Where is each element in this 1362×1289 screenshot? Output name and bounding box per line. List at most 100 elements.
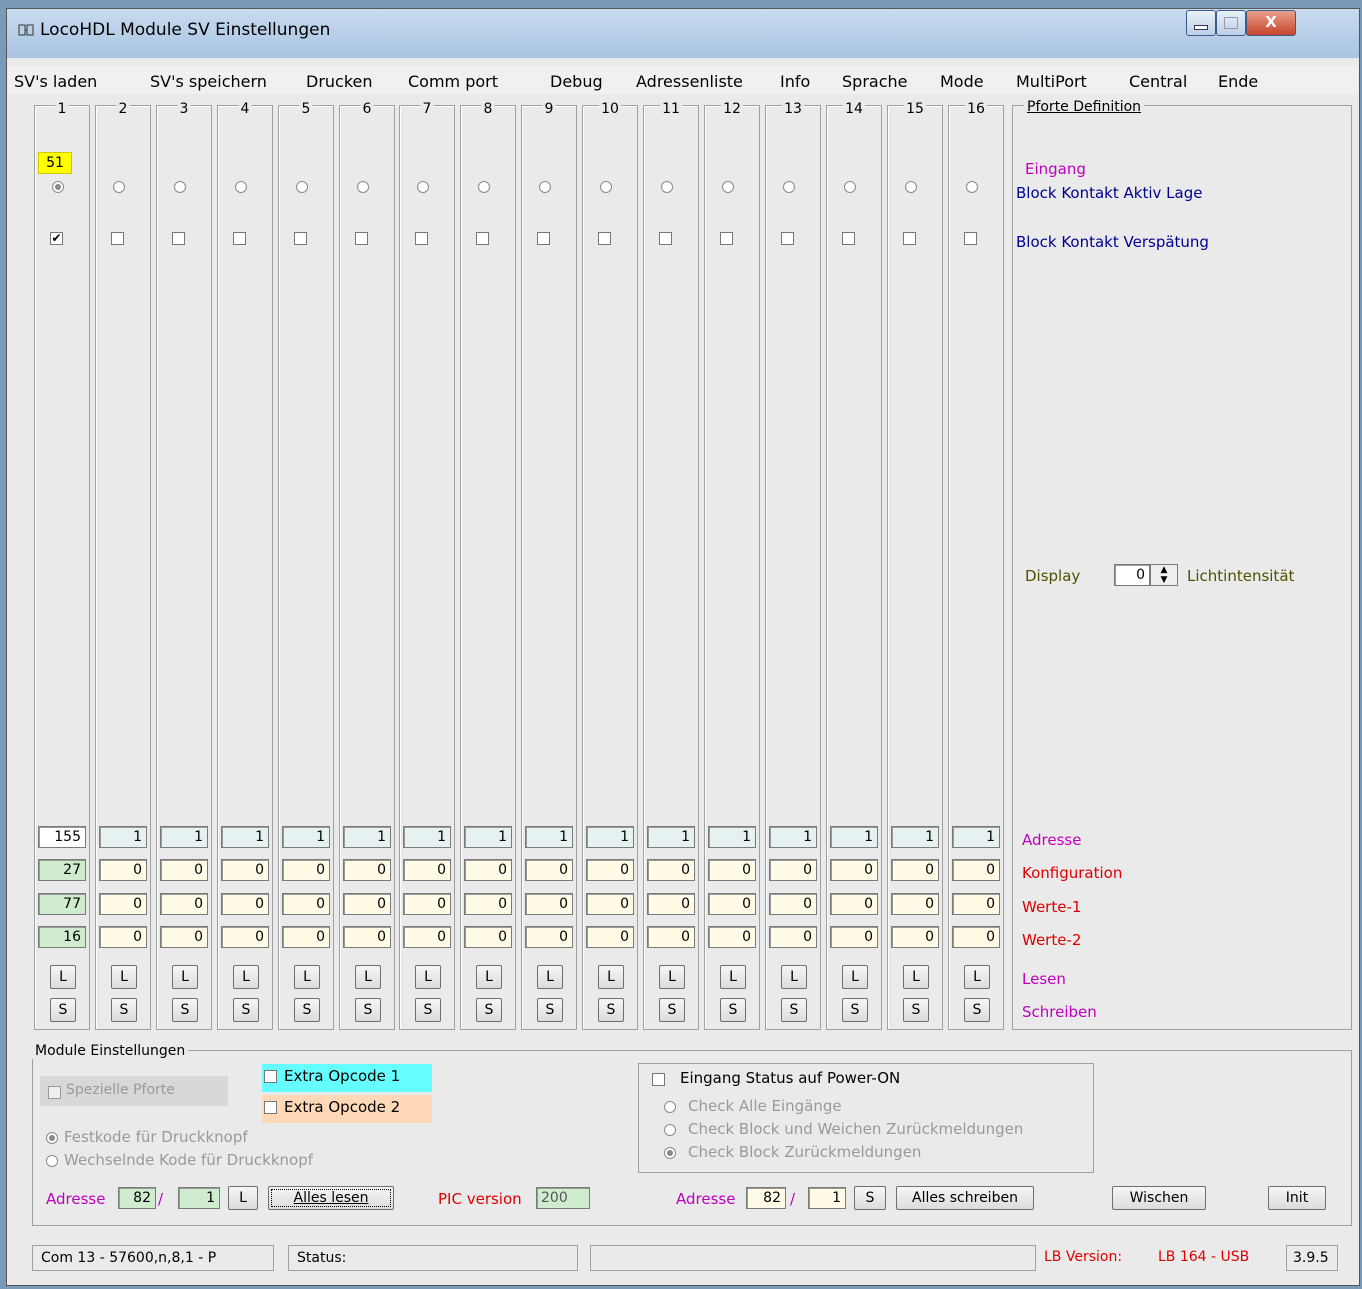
port-config-input[interactable]: 0 (525, 859, 573, 881)
port-werte1-input[interactable]: 0 (708, 893, 756, 915)
port-lesen-button[interactable]: L (172, 965, 198, 989)
module-subaddress-input[interactable]: 1 (178, 1187, 220, 1209)
port-lesen-button[interactable]: L (598, 965, 624, 989)
aktiv-lage-radio[interactable] (722, 181, 734, 193)
port-werte1-input[interactable]: 0 (769, 893, 817, 915)
alles-lesen-button[interactable]: Alles lesen (268, 1186, 394, 1210)
port-schreiben-button[interactable]: S (781, 998, 807, 1022)
port-config-input[interactable]: 0 (891, 859, 939, 881)
spin-up-icon[interactable]: ▲ (1151, 565, 1177, 575)
menu-central[interactable]: Central (1129, 72, 1187, 91)
port-lesen-button[interactable]: L (294, 965, 320, 989)
port-lesen-button[interactable]: L (903, 965, 929, 989)
menu-multiport[interactable]: MultiPort (1016, 72, 1087, 91)
port-schreiben-button[interactable]: S (476, 998, 502, 1022)
wischen-button[interactable]: Wischen (1112, 1186, 1206, 1210)
port-werte1-input[interactable]: 0 (586, 893, 634, 915)
port-schreiben-button[interactable]: S (903, 998, 929, 1022)
verspaetung-checkbox[interactable] (233, 232, 246, 245)
port-address-input[interactable]: 1 (647, 826, 695, 848)
aktiv-lage-radio[interactable] (417, 181, 429, 193)
port-werte2-input[interactable]: 0 (221, 926, 269, 948)
port-schreiben-button[interactable]: S (537, 998, 563, 1022)
port-schreiben-button[interactable]: S (720, 998, 746, 1022)
port-werte2-input[interactable]: 0 (464, 926, 512, 948)
aktiv-lage-radio[interactable] (661, 181, 673, 193)
aktiv-lage-radio[interactable] (235, 181, 247, 193)
port-address-input[interactable]: 1 (891, 826, 939, 848)
write-subaddress-input[interactable]: 1 (808, 1187, 846, 1209)
port-config-input[interactable]: 0 (952, 859, 1000, 881)
verspaetung-checkbox[interactable] (598, 232, 611, 245)
festkode-radio[interactable] (46, 1132, 58, 1144)
port-schreiben-button[interactable]: S (659, 998, 685, 1022)
port-config-input[interactable]: 0 (647, 859, 695, 881)
port-address-input[interactable]: 1 (464, 826, 512, 848)
extra-opcode2-checkbox[interactable] (264, 1101, 277, 1114)
menu-sprache[interactable]: Sprache (842, 72, 907, 91)
menu-mode[interactable]: Mode (940, 72, 984, 91)
port-werte1-input[interactable]: 0 (403, 893, 451, 915)
port-address-input[interactable]: 1 (769, 826, 817, 848)
menu-ende[interactable]: Ende (1218, 72, 1258, 91)
port-config-input[interactable]: 0 (769, 859, 817, 881)
port-config-input[interactable]: 0 (464, 859, 512, 881)
port-werte1-input[interactable]: 0 (464, 893, 512, 915)
port-werte2-input[interactable]: 0 (769, 926, 817, 948)
port-lesen-button[interactable]: L (476, 965, 502, 989)
verspaetung-checkbox[interactable] (537, 232, 550, 245)
port-lesen-button[interactable]: L (233, 965, 259, 989)
port-werte2-input[interactable]: 0 (952, 926, 1000, 948)
port-lesen-button[interactable]: L (964, 965, 990, 989)
write-address-input[interactable]: 82 (746, 1187, 786, 1209)
port-werte2-input[interactable]: 0 (99, 926, 147, 948)
port-lesen-button[interactable]: L (659, 965, 685, 989)
port-werte2-input[interactable]: 0 (586, 926, 634, 948)
aktiv-lage-radio[interactable] (52, 181, 64, 193)
port-schreiben-button[interactable]: S (50, 998, 76, 1022)
check-block-weichen-radio[interactable] (664, 1124, 676, 1136)
aktiv-lage-radio[interactable] (296, 181, 308, 193)
port-werte1-input[interactable]: 0 (647, 893, 695, 915)
port-werte2-input[interactable]: 0 (830, 926, 878, 948)
minimize-button[interactable] (1186, 10, 1216, 36)
port-config-input[interactable]: 0 (99, 859, 147, 881)
verspaetung-checkbox[interactable] (781, 232, 794, 245)
port-address-input[interactable]: 1 (708, 826, 756, 848)
port-werte1-input[interactable]: 77 (38, 893, 86, 915)
port-schreiben-button[interactable]: S (172, 998, 198, 1022)
port-werte2-input[interactable]: 0 (647, 926, 695, 948)
port-config-input[interactable]: 0 (830, 859, 878, 881)
port-lesen-button[interactable]: L (537, 965, 563, 989)
verspaetung-checkbox[interactable] (842, 232, 855, 245)
port-schreiben-button[interactable]: S (842, 998, 868, 1022)
port-schreiben-button[interactable]: S (415, 998, 441, 1022)
port-lesen-button[interactable]: L (50, 965, 76, 989)
port-config-input[interactable]: 0 (282, 859, 330, 881)
port-werte1-input[interactable]: 0 (282, 893, 330, 915)
port-lesen-button[interactable]: L (842, 965, 868, 989)
port-lesen-button[interactable]: L (111, 965, 137, 989)
extra-opcode1-checkbox[interactable] (264, 1070, 277, 1083)
port-address-input[interactable]: 1 (403, 826, 451, 848)
menu-info[interactable]: Info (780, 72, 810, 91)
init-button[interactable]: Init (1268, 1186, 1326, 1210)
port-werte1-input[interactable]: 0 (952, 893, 1000, 915)
aktiv-lage-radio[interactable] (905, 181, 917, 193)
port-address-input[interactable]: 1 (221, 826, 269, 848)
aktiv-lage-radio[interactable] (357, 181, 369, 193)
port-address-input[interactable]: 1 (99, 826, 147, 848)
port-werte1-input[interactable]: 0 (99, 893, 147, 915)
port-werte1-input[interactable]: 0 (891, 893, 939, 915)
port-lesen-button[interactable]: L (415, 965, 441, 989)
port-werte2-input[interactable]: 16 (38, 926, 86, 948)
port-werte1-input[interactable]: 0 (525, 893, 573, 915)
alles-schreiben-button[interactable]: Alles schreiben (896, 1186, 1034, 1210)
port-werte1-input[interactable]: 0 (221, 893, 269, 915)
port-schreiben-button[interactable]: S (964, 998, 990, 1022)
port-werte2-input[interactable]: 0 (282, 926, 330, 948)
verspaetung-checkbox[interactable]: ✔ (50, 232, 63, 245)
port-werte2-input[interactable]: 0 (891, 926, 939, 948)
display-spinner[interactable]: ▲ ▼ (1150, 564, 1178, 586)
module-lesen-button[interactable]: L (228, 1186, 258, 1210)
